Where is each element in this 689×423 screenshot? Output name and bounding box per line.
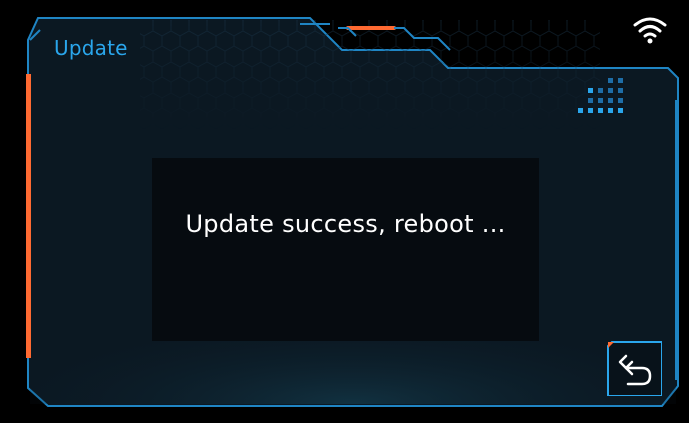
wifi-icon [633,15,667,45]
back-button[interactable] [606,340,663,397]
back-arrow-icon [607,341,663,397]
decorative-dot-grid [578,78,630,118]
page-title: Update [54,36,128,60]
update-screen: Update Update success, reboot ... [0,0,689,423]
status-message: Update success, reboot ... [185,210,506,238]
message-panel [152,158,539,341]
